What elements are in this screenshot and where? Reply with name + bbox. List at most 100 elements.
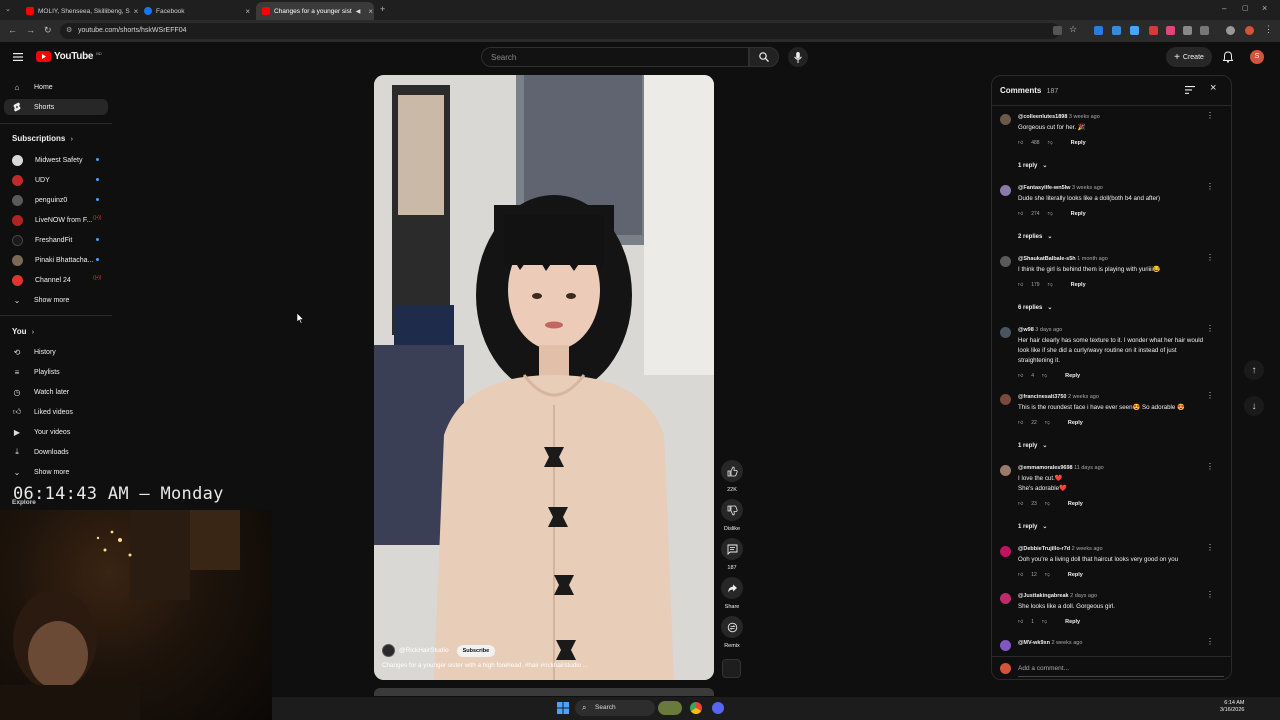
share-action[interactable]: Share [720, 577, 744, 610]
reply-button[interactable]: Reply [1071, 282, 1086, 288]
speaker-icon[interactable]: ◀︎ [356, 8, 361, 15]
tab-2[interactable]: Facebook × [138, 2, 256, 20]
comment-avatar[interactable] [1000, 593, 1011, 604]
sidebar-sub-udy[interactable]: UDY [4, 172, 108, 188]
close-icon[interactable]: × [368, 7, 373, 16]
comment-author[interactable]: @emmamorales9698 11 days ago [1018, 465, 1104, 471]
comment-avatar[interactable] [1000, 465, 1011, 476]
tab-search-icon[interactable]: ⌄ [5, 5, 11, 13]
sort-icon[interactable] [1185, 86, 1195, 94]
sidebar-item-downloads[interactable]: ⤓ Downloads [4, 444, 108, 460]
view-replies-button[interactable]: 1 reply ⌄ [1018, 442, 1047, 450]
extension-icon[interactable] [1094, 26, 1103, 35]
voice-search-button[interactable] [788, 47, 808, 67]
comment-author[interactable]: @ShaukatBalbale-s5h 1 month ago [1018, 256, 1108, 262]
search-button[interactable] [749, 47, 779, 67]
previous-video-button[interactable]: ↑ [1244, 360, 1264, 380]
comment-author[interactable]: @Fantasylife-wn5lw 3 weeks ago [1018, 185, 1103, 191]
more-options-icon[interactable]: ⋮ [1206, 391, 1214, 400]
dislike-icon[interactable]: 👎︎ [1048, 140, 1053, 146]
dislike-button[interactable] [721, 499, 743, 521]
more-options-icon[interactable]: ⋮ [1206, 182, 1214, 191]
sidebar-item-history[interactable]: ⟲ History [4, 344, 108, 360]
search-input[interactable]: Search [481, 47, 749, 67]
discord-icon[interactable] [712, 702, 724, 714]
system-clock[interactable]: 6:14 AM 3/16/2026 [1220, 700, 1244, 714]
sidebar-sub-pinaki[interactable]: Pinaki Bhattacha... [4, 252, 108, 268]
dislike-icon[interactable]: 👎︎ [1045, 501, 1050, 507]
close-icon[interactable]: × [1210, 82, 1216, 94]
windows-start-icon[interactable] [557, 702, 569, 714]
tab-3-active[interactable]: Changes for a younger sist ◀︎ × [256, 2, 374, 20]
dislike-icon[interactable]: 👎︎ [1042, 373, 1047, 379]
comment-author[interactable]: @DebbieTrujillo-r7d 2 weeks ago [1018, 546, 1103, 552]
more-options-icon[interactable]: ⋮ [1206, 543, 1214, 552]
video-caption[interactable]: Changes for a younger sister with a high… [382, 662, 682, 669]
reply-button[interactable]: Reply [1068, 572, 1083, 578]
comment-avatar[interactable] [1000, 546, 1011, 557]
reload-icon[interactable]: ↻ [44, 25, 52, 36]
more-options-icon[interactable]: ⋮ [1206, 462, 1214, 471]
youtube-logo[interactable]: YouTube BD [36, 51, 102, 62]
like-icon[interactable]: 👍︎ [1018, 140, 1023, 146]
comment-author[interactable]: @colleenlutes1898 3 weeks ago [1018, 114, 1100, 120]
sidebar-item-home[interactable]: ⌂ Home [4, 79, 108, 95]
dislike-icon[interactable]: 👎︎ [1042, 619, 1047, 625]
more-options-icon[interactable]: ⋮ [1206, 637, 1214, 646]
account-avatar[interactable]: S [1250, 50, 1264, 64]
more-options-icon[interactable]: ⋮ [1206, 590, 1214, 599]
new-tab-icon[interactable]: + [380, 4, 385, 14]
more-options-icon[interactable]: ⋮ [1206, 111, 1214, 120]
comment-avatar[interactable] [1000, 640, 1011, 651]
like-action[interactable]: 22K [720, 460, 744, 493]
comment-avatar[interactable] [1000, 114, 1011, 125]
like-icon[interactable]: 👍︎ [1018, 420, 1023, 426]
dislike-icon[interactable]: 👎︎ [1045, 572, 1050, 578]
like-icon[interactable]: 👍︎ [1018, 501, 1023, 507]
add-comment-input[interactable]: Add a comment... [1018, 665, 1069, 672]
sidebar-show-more-you[interactable]: ⌄ Show more [4, 464, 108, 480]
create-button[interactable]: + Create [1166, 47, 1212, 67]
window-close-icon[interactable]: × [1262, 3, 1267, 13]
extension-icon[interactable] [1183, 26, 1192, 35]
tab-1[interactable]: MOLIY, Shenseea, Skillibeng, S × [20, 2, 138, 20]
like-button[interactable] [721, 460, 743, 482]
back-icon[interactable]: ← [8, 25, 17, 35]
comment-author[interactable]: @MV-wk9xn 2 weeks ago [1018, 640, 1082, 646]
minimize-icon[interactable]: – [1222, 4, 1226, 13]
sidebar-sub-penguinz0[interactable]: penguinz0 [4, 192, 108, 208]
comment-avatar[interactable] [1000, 327, 1011, 338]
maximize-icon[interactable]: ▢ [1242, 4, 1249, 12]
dislike-icon[interactable]: 👎︎ [1048, 282, 1053, 288]
sidebar-item-playlists[interactable]: ≡ Playlists [4, 364, 108, 380]
view-replies-button[interactable]: 1 reply ⌄ [1018, 162, 1047, 170]
like-icon[interactable]: 👍︎ [1018, 211, 1023, 217]
notifications-bell-icon[interactable] [1223, 51, 1233, 63]
chrome-icon[interactable] [690, 702, 702, 714]
more-options-icon[interactable]: ⋮ [1206, 253, 1214, 262]
like-icon[interactable]: 👍︎ [1018, 619, 1023, 625]
reply-button[interactable]: Reply [1065, 373, 1080, 379]
subscribe-button[interactable]: Subscribe [456, 644, 496, 657]
reply-button[interactable]: Reply [1068, 501, 1083, 507]
comment-avatar[interactable] [1000, 185, 1011, 196]
taskbar-search[interactable]: ⌕ Search [575, 700, 655, 716]
like-icon[interactable]: 👍︎ [1018, 282, 1023, 288]
forward-icon[interactable]: → [26, 25, 35, 35]
comments-button[interactable] [721, 538, 743, 560]
share-button[interactable] [721, 577, 743, 599]
channel-handle[interactable]: @RickHairStudio [399, 647, 449, 654]
install-icon[interactable] [1053, 26, 1062, 35]
extension-icon[interactable] [1149, 26, 1158, 35]
subscriptions-heading[interactable]: Subscriptions › [12, 134, 73, 143]
next-video-preview[interactable] [374, 688, 714, 696]
reply-button[interactable]: Reply [1065, 619, 1080, 625]
more-options-icon[interactable]: ⋮ [1206, 324, 1214, 333]
view-replies-button[interactable]: 1 reply ⌄ [1018, 523, 1047, 531]
sidebar-item-liked-videos[interactable]: 👍︎ Liked videos [4, 404, 108, 420]
you-heading[interactable]: You › [12, 327, 34, 336]
comment-avatar[interactable] [1000, 256, 1011, 267]
menu-hamburger-icon[interactable] [13, 53, 23, 61]
profile-avatar-icon[interactable] [1245, 26, 1254, 35]
download-icon[interactable] [1226, 26, 1235, 35]
